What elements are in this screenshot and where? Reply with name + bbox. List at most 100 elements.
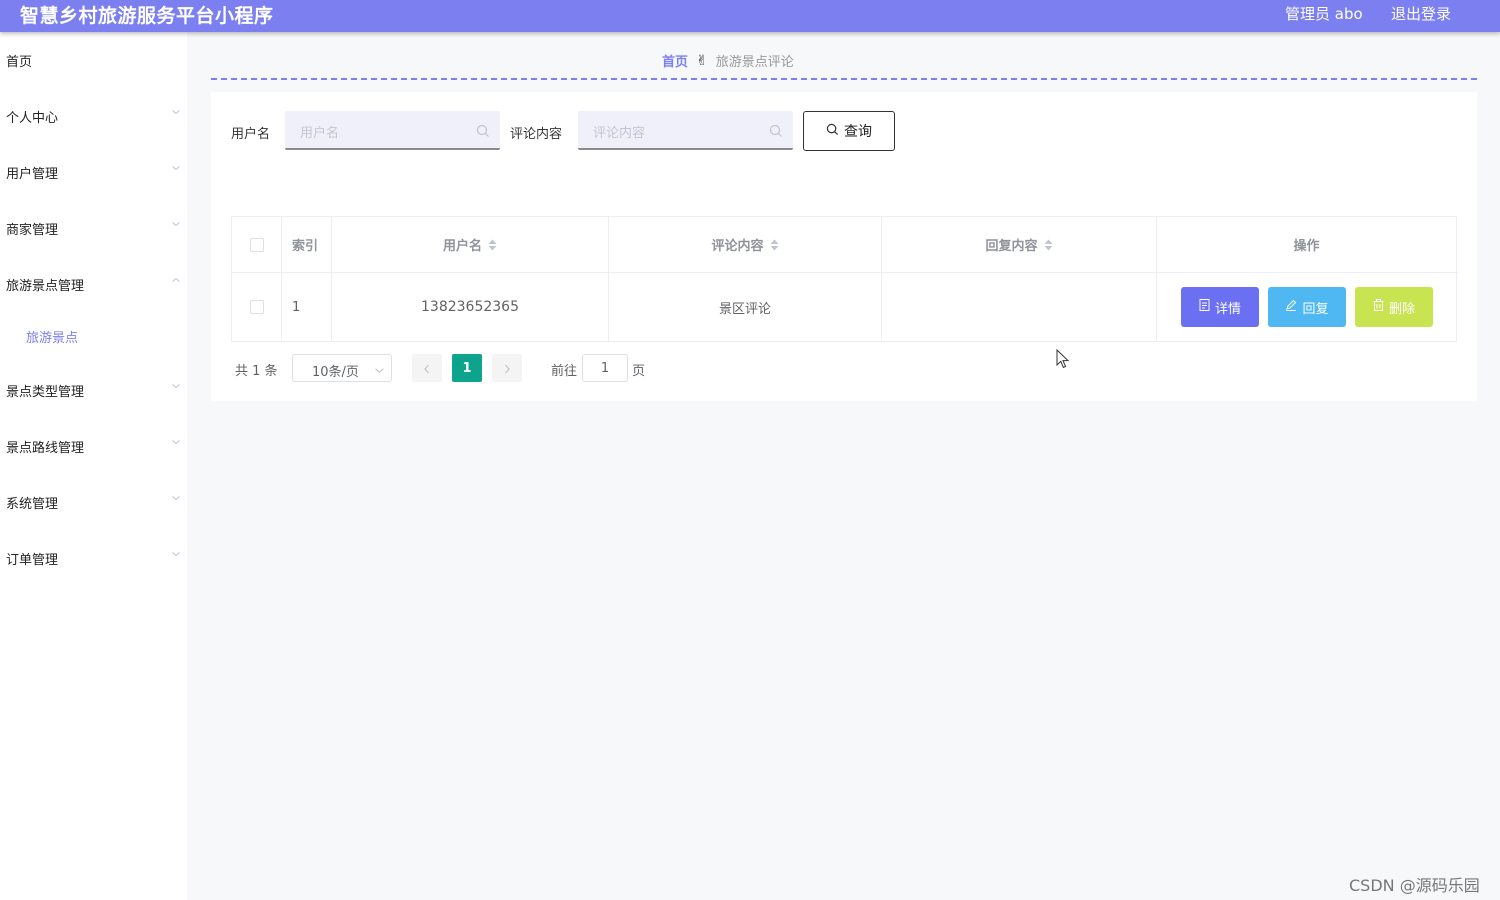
header-index-label: 索引	[292, 239, 319, 254]
sidebar-item-personal-center[interactable]: 个人中心	[0, 96, 187, 136]
query-button[interactable]: 查询	[803, 111, 895, 151]
username-search-input[interactable]: 用户名	[285, 111, 500, 150]
document-icon	[1199, 299, 1210, 315]
comment-search-label: 评论内容	[510, 127, 563, 142]
header-username-label: 用户名	[442, 239, 482, 254]
row-comment: 景区评论	[609, 273, 882, 341]
chevron-down-icon	[172, 382, 180, 390]
content-panel: 用户名 用户名 评论内容 评论内容 查询 索引 用户名 评论内容 回复内容 操作…	[211, 92, 1477, 401]
header-select-cell	[232, 217, 282, 272]
hand-icon: ✌	[696, 52, 708, 69]
header-reply-label: 回复内容	[985, 239, 1038, 254]
sort-icon[interactable]	[770, 239, 779, 251]
row-index-value: 1	[292, 299, 301, 315]
table-row: 1 13823652365 景区评论 详情 回复 删除	[232, 273, 1458, 341]
sidebar-item-home[interactable]: 首页	[0, 40, 187, 80]
sidebar-item-label: 系统管理	[6, 497, 59, 512]
sort-icon[interactable]	[1044, 239, 1053, 251]
chevron-down-icon	[172, 108, 180, 116]
chevron-up-icon	[172, 276, 180, 284]
username-search-label: 用户名	[231, 127, 271, 142]
header-comment[interactable]: 评论内容	[609, 217, 882, 272]
page-size-select[interactable]: 10条/页	[292, 354, 392, 382]
sidebar-item-label: 订单管理	[6, 553, 59, 568]
top-bar: 智慧乡村旅游服务平台小程序 管理员 abo 退出登录	[0, 0, 1500, 32]
chevron-down-icon	[172, 550, 180, 558]
chevron-down-icon	[172, 220, 180, 228]
chevron-down-icon	[172, 494, 180, 502]
sidebar-item-system-management[interactable]: 系统管理	[0, 482, 187, 522]
row-checkbox[interactable]	[249, 300, 264, 314]
query-button-label: 查询	[844, 124, 872, 140]
header-reply[interactable]: 回复内容	[882, 217, 1157, 272]
mouse-cursor-icon	[1056, 348, 1070, 373]
watermark: CSDN @源码乐园	[1349, 876, 1480, 895]
page-size-value: 10条/页	[312, 365, 359, 380]
pagination-total: 共 1 条	[235, 364, 278, 379]
sidebar-subitem-label: 旅游景点	[26, 331, 79, 346]
row-select-cell	[232, 273, 282, 341]
header-comment-label: 评论内容	[711, 239, 764, 254]
search-icon	[769, 123, 783, 142]
breadcrumb: 首页 ✌ 旅游景点评论	[662, 51, 794, 71]
chevron-left-icon	[423, 359, 431, 378]
detail-button-label: 详情	[1214, 301, 1241, 317]
sidebar-item-label: 个人中心	[6, 111, 59, 126]
sidebar-item-route-management[interactable]: 景点路线管理	[0, 426, 187, 466]
sidebar-item-user-management[interactable]: 用户管理	[0, 152, 187, 192]
row-username: 13823652365	[332, 273, 609, 341]
search-icon	[826, 123, 839, 140]
goto-page-input[interactable]: 1	[582, 354, 628, 382]
username-search-placeholder: 用户名	[300, 126, 340, 141]
comment-search-placeholder: 评论内容	[593, 126, 646, 141]
sidebar-subitem-scenic-spots[interactable]: 旅游景点	[0, 316, 187, 356]
table-header: 索引 用户名 评论内容 回复内容 操作	[232, 217, 1458, 273]
sidebar-item-label: 旅游景点管理	[6, 279, 85, 294]
header-index: 索引	[282, 217, 332, 272]
goto-label: 前往	[551, 364, 578, 379]
header-actions: 操作	[1157, 217, 1456, 272]
header-actions-label: 操作	[1293, 239, 1320, 254]
chevron-down-icon	[172, 438, 180, 446]
select-all-checkbox[interactable]	[249, 237, 264, 252]
breadcrumb-divider	[211, 78, 1477, 80]
sort-icon[interactable]	[488, 239, 497, 251]
comments-table: 索引 用户名 评论内容 回复内容 操作 1 13823652365 景区评论 详…	[231, 216, 1458, 342]
sidebar-item-label: 景点路线管理	[6, 441, 85, 456]
trash-icon	[1373, 299, 1384, 315]
row-username-value: 13823652365	[421, 299, 519, 315]
prev-page-button[interactable]	[412, 354, 442, 382]
row-comment-value: 景区评论	[718, 301, 771, 317]
breadcrumb-home-link[interactable]: 首页	[662, 51, 688, 70]
next-page-button[interactable]	[492, 354, 522, 382]
comment-search-input[interactable]: 评论内容	[578, 111, 793, 150]
row-reply	[882, 273, 1157, 341]
row-index: 1	[282, 273, 332, 341]
sidebar-item-label: 景点类型管理	[6, 385, 85, 400]
page-number-current[interactable]: 1	[452, 354, 482, 382]
sidebar-item-label: 首页	[6, 55, 33, 70]
chevron-down-icon	[375, 364, 384, 379]
header-username[interactable]: 用户名	[332, 217, 609, 272]
chevron-down-icon	[172, 164, 180, 172]
logout-link[interactable]: 退出登录	[1391, 3, 1451, 24]
chevron-right-icon	[503, 359, 511, 378]
reply-button-label: 回复	[1302, 301, 1329, 317]
user-info: 管理员 abo	[1285, 5, 1363, 23]
edit-icon	[1285, 299, 1297, 315]
search-icon	[476, 123, 490, 142]
sidebar: 首页 个人中心 用户管理 商家管理 旅游景点管理 旅游景点 景点类型管理 景点路…	[0, 32, 187, 900]
app-title: 智慧乡村旅游服务平台小程序	[20, 5, 274, 27]
row-actions: 详情 回复 删除	[1157, 273, 1456, 341]
sidebar-item-order-management[interactable]: 订单管理	[0, 538, 187, 578]
reply-button[interactable]: 回复	[1268, 287, 1346, 327]
delete-button[interactable]: 删除	[1355, 287, 1433, 327]
goto-suffix: 页	[632, 364, 646, 379]
sidebar-item-scenic-type-management[interactable]: 景点类型管理	[0, 370, 187, 410]
breadcrumb-current: 旅游景点评论	[715, 55, 794, 70]
sidebar-item-label: 商家管理	[6, 223, 59, 238]
sidebar-item-merchant-management[interactable]: 商家管理	[0, 208, 187, 248]
delete-button-label: 删除	[1388, 301, 1415, 317]
detail-button[interactable]: 详情	[1181, 287, 1259, 327]
sidebar-item-scenic-management[interactable]: 旅游景点管理	[0, 264, 187, 304]
